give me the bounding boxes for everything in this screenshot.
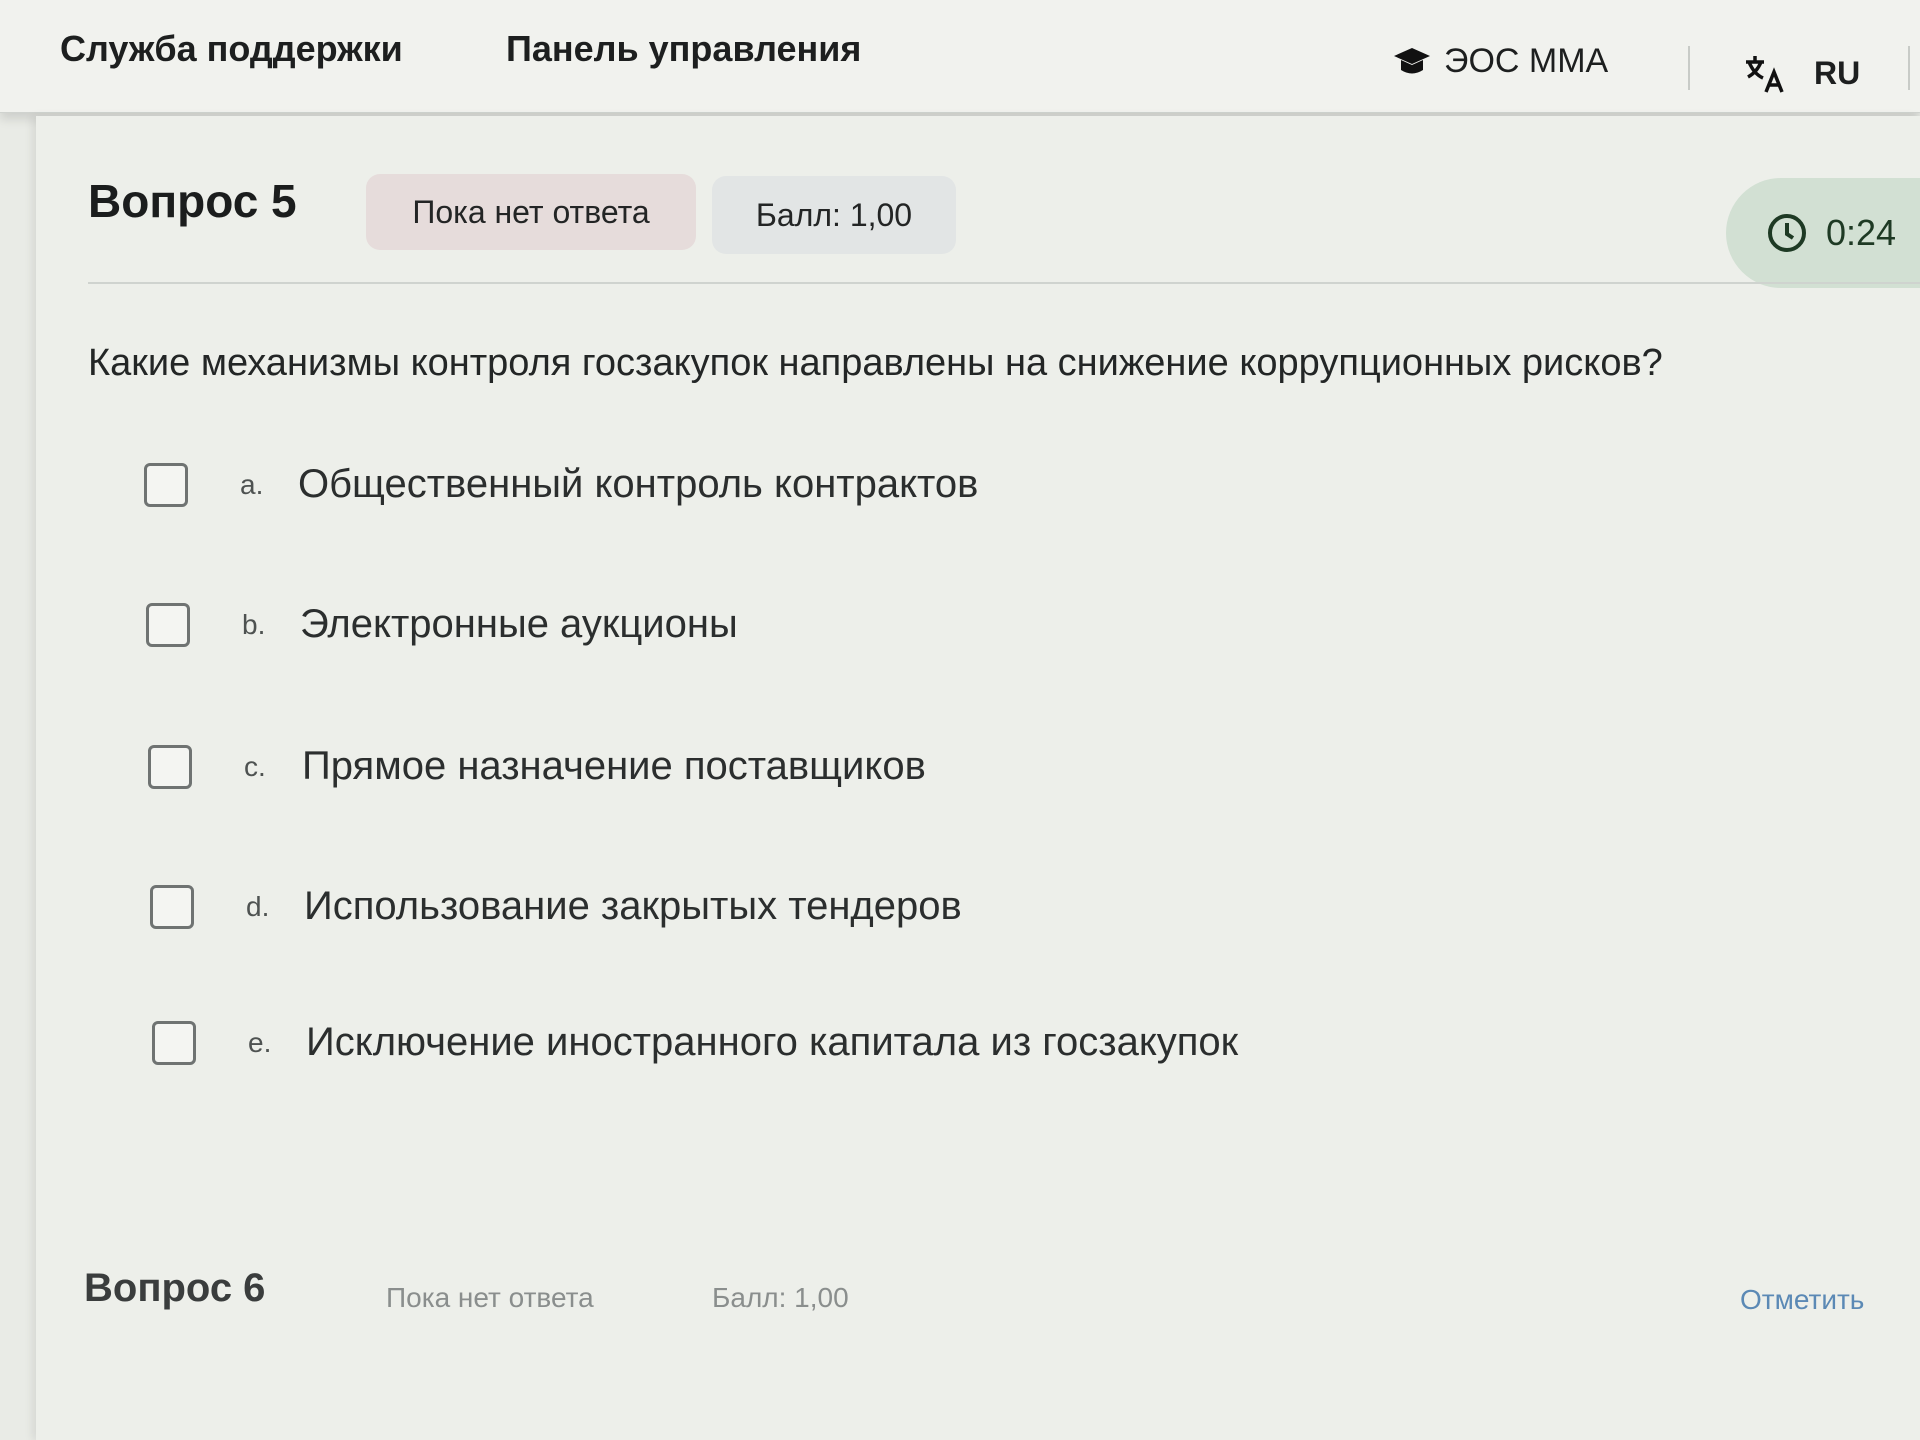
- option-letter: d.: [246, 890, 270, 922]
- clock-icon: [1766, 212, 1808, 254]
- site-home-link[interactable]: ЭОС ММА: [1392, 42, 1608, 81]
- top-navbar: Служба поддержки Панель управления ЭОС М…: [0, 0, 1920, 113]
- graduation-cap-icon: [1392, 46, 1432, 78]
- option-letter: e.: [248, 1026, 272, 1058]
- option-b[interactable]: b. Электронные аукционы: [146, 602, 738, 647]
- answer-status-text: Пока нет ответа: [412, 193, 650, 230]
- navbar-divider: [1688, 46, 1690, 90]
- option-label[interactable]: Электронные аукционы: [300, 602, 738, 647]
- option-checkbox[interactable]: [150, 884, 194, 929]
- option-label[interactable]: Исключение иностранного капитала из госз…: [306, 1020, 1238, 1065]
- next-question-score: Балл: 1,00: [712, 1282, 849, 1313]
- timer-value: 0:24: [1826, 212, 1897, 253]
- site-label: ЭОС ММА: [1444, 42, 1609, 80]
- option-label[interactable]: Общественный контроль контрактов: [298, 462, 978, 507]
- question-title: Вопрос 5: [88, 175, 297, 227]
- next-question-title: Вопрос 6: [84, 1266, 266, 1310]
- dashboard-link[interactable]: Панель управления: [506, 28, 861, 70]
- score-text: Балл: 1,00: [755, 196, 913, 233]
- option-a[interactable]: a. Общественный контроль контрактов: [144, 462, 978, 507]
- option-checkbox[interactable]: [144, 462, 188, 507]
- option-d[interactable]: d. Использование закрытых тендеров: [150, 884, 962, 929]
- next-question-status: Пока нет ответа: [386, 1282, 594, 1313]
- navbar-divider-right: [1908, 46, 1910, 90]
- quiz-timer: 0:24: [1726, 178, 1920, 288]
- option-letter: c.: [244, 750, 266, 782]
- quiz-content: Вопрос 5 Пока нет ответа Балл: 1,00 0:24…: [36, 116, 1920, 1440]
- language-label: RU: [1814, 54, 1861, 91]
- option-checkbox[interactable]: [148, 744, 192, 789]
- option-checkbox[interactable]: [146, 602, 190, 647]
- option-checkbox[interactable]: [152, 1020, 196, 1065]
- option-e[interactable]: e. Исключение иностранного капитала из г…: [152, 1020, 1238, 1065]
- option-letter: a.: [240, 468, 264, 500]
- flag-question-link[interactable]: Отметить: [1740, 1284, 1864, 1316]
- language-selector[interactable]: RU: [1742, 50, 1860, 96]
- answer-status-badge: Пока нет ответа: [366, 174, 696, 250]
- score-badge: Балл: 1,00: [712, 176, 956, 254]
- translate-icon: [1742, 50, 1788, 96]
- option-letter: b.: [242, 608, 266, 640]
- question-text: Какие механизмы контроля госзакупок напр…: [88, 342, 1663, 384]
- option-label[interactable]: Использование закрытых тендеров: [304, 884, 962, 929]
- option-label[interactable]: Прямое назначение поставщиков: [302, 744, 926, 789]
- header-divider: [88, 282, 1920, 284]
- support-link[interactable]: Служба поддержки: [60, 28, 403, 70]
- option-c[interactable]: c. Прямое назначение поставщиков: [148, 744, 926, 789]
